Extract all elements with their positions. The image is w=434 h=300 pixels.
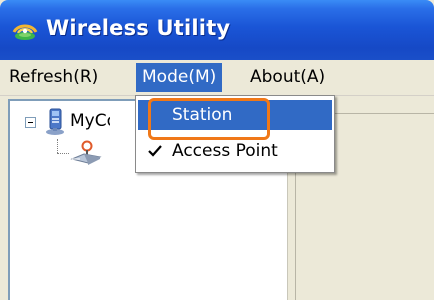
menu-item-access-point[interactable]: Access Point: [138, 136, 332, 166]
tree-connector-horizontal: [57, 153, 69, 155]
menu-item-access-point-label: Access Point: [172, 141, 278, 161]
computer-icon: [46, 108, 64, 135]
tree-collapse-toggle[interactable]: [25, 117, 36, 128]
window-title: Wireless Utility: [46, 16, 231, 40]
tree-root-label[interactable]: MyComputer: [70, 111, 110, 131]
wireless-adapter-icon[interactable]: [70, 139, 104, 165]
menu-refresh[interactable]: Refresh(R): [3, 63, 104, 92]
wireless-utility-icon: [12, 24, 38, 40]
menu-about[interactable]: About(A): [244, 63, 331, 92]
menu-bar: Refresh(R) Mode(M) About(A): [0, 60, 434, 96]
wireless-utility-window: Wireless Utility Refresh(R) Mode(M) Abou…: [0, 0, 434, 300]
title-bar[interactable]: Wireless Utility: [0, 0, 434, 60]
menu-mode[interactable]: Mode(M): [136, 63, 223, 92]
annotation-highlight-box: [148, 98, 270, 140]
tree-connector-vertical: [57, 139, 59, 153]
checkmark-icon: [148, 145, 162, 157]
